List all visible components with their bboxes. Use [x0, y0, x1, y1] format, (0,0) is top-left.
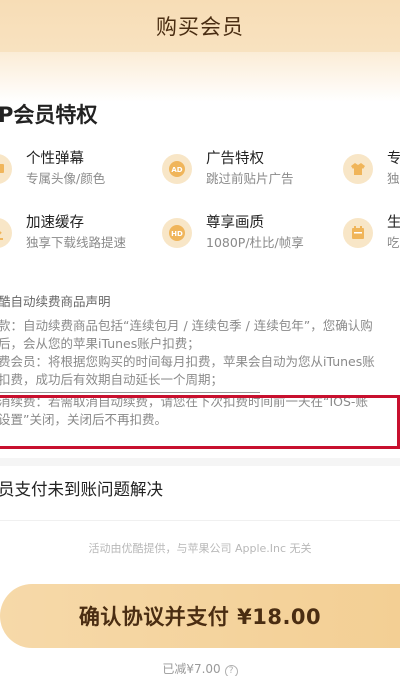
highlight-box — [0, 395, 400, 449]
svg-text:AD: AD — [171, 166, 182, 174]
divider-line — [0, 520, 400, 521]
privilege-desc: 吃 — [387, 235, 400, 250]
section-divider — [0, 458, 400, 466]
notice-line: 扣费，成功后有效期自动延长一个周期； — [0, 372, 224, 387]
top-bar: 购买会员 — [0, 0, 400, 52]
calendar-icon — [343, 218, 373, 248]
page-title: 购买会员 — [156, 15, 244, 39]
discount-info: 已减¥7.00? — [0, 660, 400, 676]
notice-line: 后，会从您的苹果iTunes账户扣费； — [0, 336, 200, 351]
privilege-desc: 专属头像/颜色 — [26, 171, 106, 186]
privilege-name: 尊享画质 — [206, 215, 264, 231]
privileges-title: P会员特权 — [0, 103, 98, 127]
tshirt-icon — [343, 154, 373, 184]
chat-bubble-icon — [0, 154, 12, 184]
confirm-pay-button[interactable]: 确认协议并支付 ¥18.00 — [0, 584, 400, 648]
privilege-name: 专 — [387, 151, 400, 167]
privilege-name: 广告特权 — [206, 151, 264, 167]
privilege-item-cache[interactable]: 加速缓存 独享下载线路提速 — [0, 213, 126, 253]
privilege-item-ads[interactable]: AD 广告特权 跳过前贴片广告 — [162, 149, 294, 189]
discount-label: 已减¥7.00 — [162, 662, 221, 676]
header-gradient — [0, 52, 400, 102]
privilege-item-quality[interactable]: HD 尊享画质 1080P/杜比/帧享 — [162, 213, 304, 253]
help-icon[interactable]: ? — [224, 665, 238, 676]
notice-line: 款：自动续费商品包括“连续包月 / 连续包季 / 连续包年”，您确认购 — [0, 318, 373, 333]
privilege-desc: 跳过前贴片广告 — [206, 171, 294, 186]
download-icon — [0, 218, 12, 248]
privilege-desc: 1080P/杜比/帧享 — [206, 235, 304, 250]
privilege-desc: 独 — [387, 171, 400, 186]
privilege-name: 个性弹幕 — [26, 151, 84, 167]
apple-disclaimer: 活动由优酷提供，与苹果公司 Apple.Inc 无关 — [88, 542, 312, 555]
svg-text:HD: HD — [171, 230, 183, 238]
confirm-pay-label: 确认协议并支付 ¥18.00 — [78, 605, 322, 629]
privilege-desc: 独享下载线路提速 — [26, 235, 127, 250]
hd-icon: HD — [162, 218, 192, 248]
notice-title: 酷自动续费商品声明 — [0, 294, 111, 309]
payment-issue-link[interactable]: 员支付未到账问题解决 — [0, 476, 163, 500]
strike-through-line — [0, 392, 260, 393]
notice-line: 费会员：将根据您购买的时间每月扣费，苹果会自动为您从iTunes账 — [0, 354, 375, 369]
ad-icon: AD — [162, 154, 192, 184]
privilege-item-danmaku[interactable]: 个性弹幕 专属头像/颜色 — [0, 149, 105, 189]
privilege-item-exclusive[interactable]: 专 独 — [343, 149, 400, 189]
privilege-name: 生 — [387, 215, 400, 231]
privilege-name: 加速缓存 — [26, 215, 84, 231]
privilege-item-birthday[interactable]: 生 吃 — [343, 213, 400, 253]
